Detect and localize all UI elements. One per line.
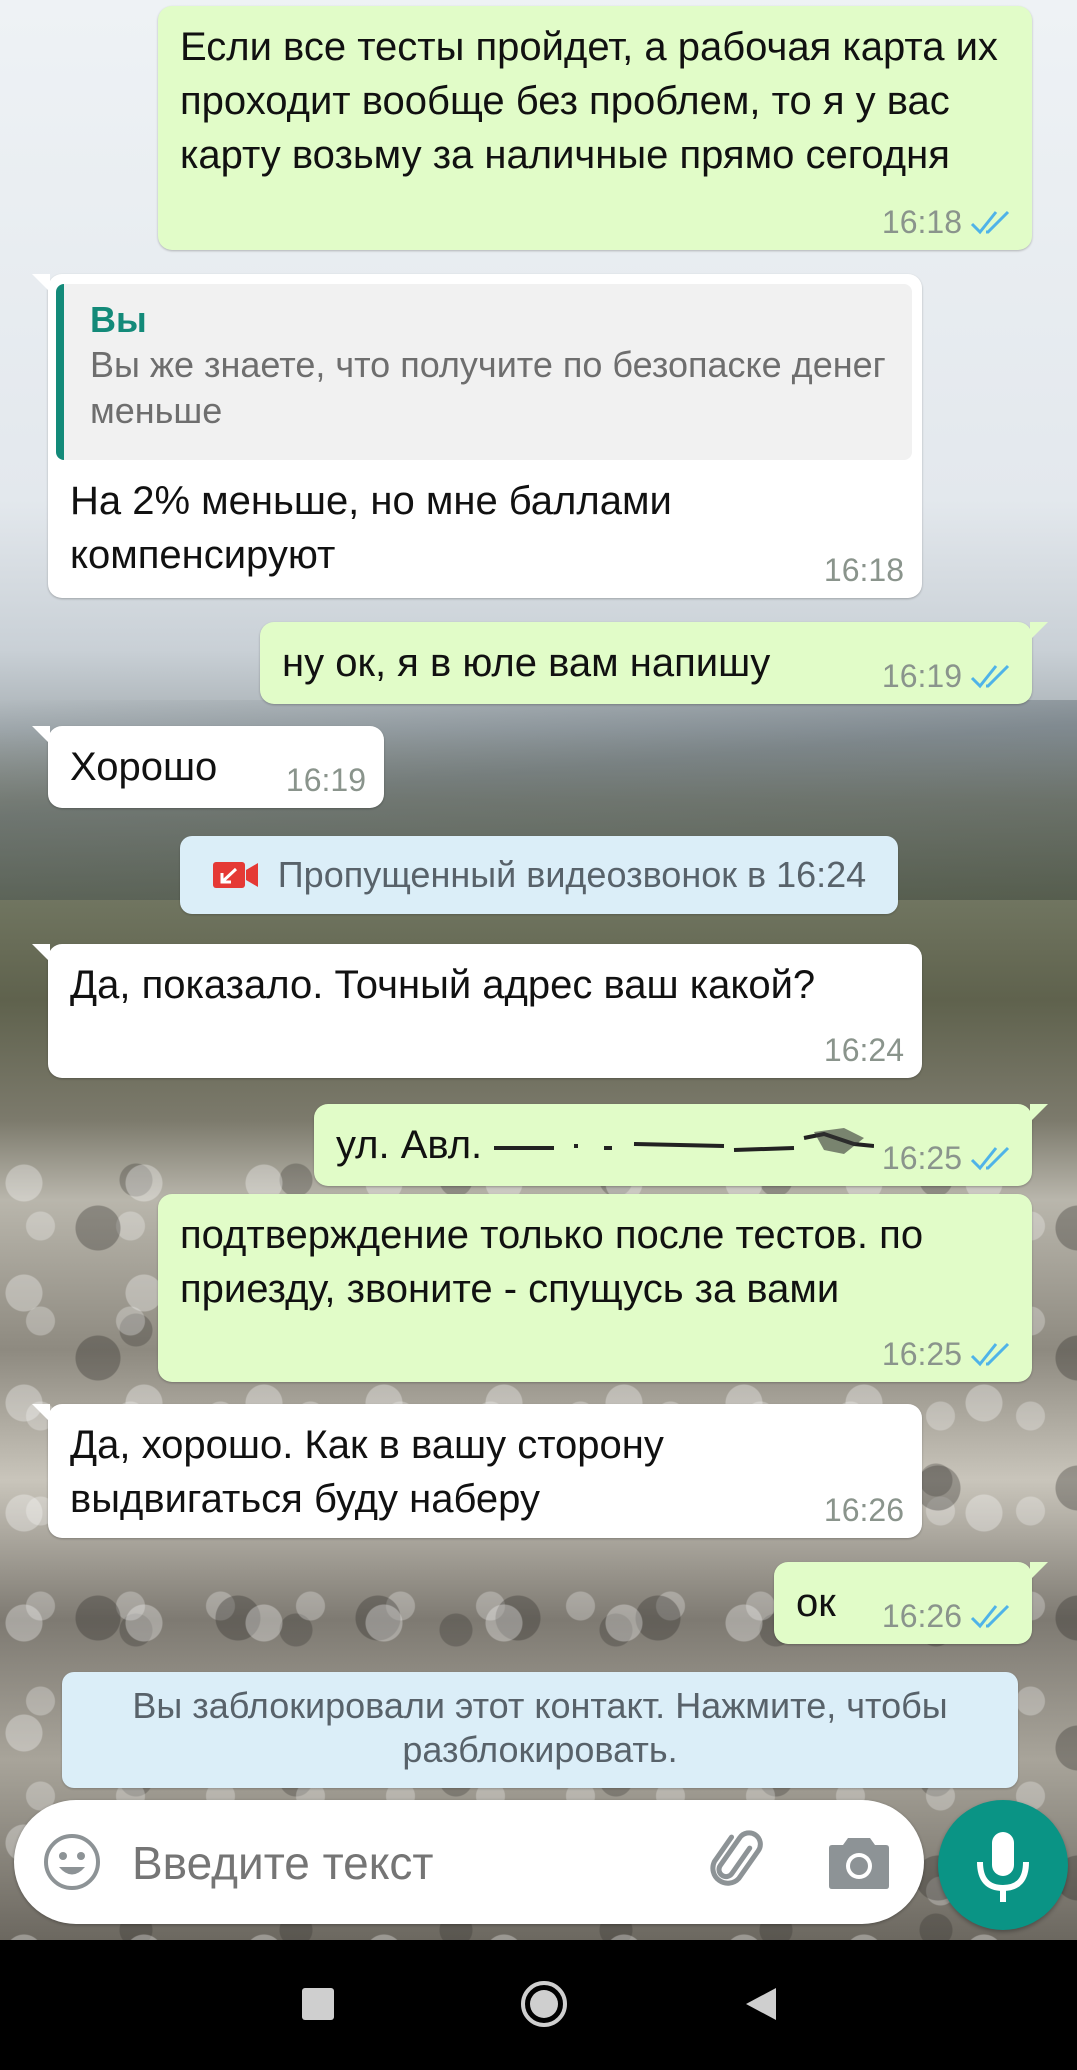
message-incoming[interactable]: Хорошо 16:19 <box>32 726 384 808</box>
redaction-scribble <box>494 1124 875 1164</box>
message-input[interactable] <box>130 1828 694 1898</box>
message-time: 16:26 <box>823 1492 904 1528</box>
message-incoming[interactable]: Да, хорошо. Как в вашу сторону выдвигать… <box>32 1404 922 1538</box>
double-check-icon <box>970 664 1010 689</box>
message-incoming[interactable]: Да, показало. Точный адрес ваш какой? 16… <box>32 944 922 1078</box>
message-time: 16:19 <box>881 658 962 694</box>
message-text: На 2% меньше, но мне баллами компенсирую… <box>70 479 672 577</box>
home-button[interactable] <box>520 1980 568 2028</box>
message-outgoing[interactable]: подтверждение только после тестов. по пр… <box>158 1194 1032 1382</box>
double-check-icon <box>970 1342 1010 1367</box>
message-outgoing[interactable]: ну ок, я в юле вам напишу 16:19 <box>260 622 1048 704</box>
reply-text: Вы же знаете, что получите по безопаске … <box>90 344 886 431</box>
blocked-notice-line1: Вы заблокировали этот контакт. Нажмите, … <box>132 1685 948 1726</box>
camera-icon[interactable] <box>828 1834 890 1890</box>
message-outgoing[interactable]: Если все тесты пройдет, а рабочая карта … <box>158 6 1032 250</box>
message-text: Если все тесты пройдет, а рабочая карта … <box>180 25 998 177</box>
message-text: Да, показало. Точный адрес ваш какой? <box>70 963 816 1007</box>
home-circle-icon <box>521 1981 567 2027</box>
back-triangle-icon <box>746 1988 776 2020</box>
missed-video-call-icon <box>212 862 258 888</box>
message-outgoing[interactable]: ул. Авл. 16:25 <box>314 1104 1048 1186</box>
double-check-icon <box>970 210 1010 235</box>
message-time: 16:18 <box>823 552 904 588</box>
message-composer <box>14 1800 924 1924</box>
recents-button[interactable] <box>302 1988 334 2020</box>
reply-author: Вы <box>90 299 147 340</box>
message-incoming-reply[interactable]: Вы Вы же знаете, что получите по безопас… <box>32 274 922 598</box>
voice-record-button[interactable] <box>938 1800 1068 1930</box>
message-time: 16:25 <box>881 1336 962 1372</box>
back-button[interactable] <box>744 1986 778 2022</box>
chat-screen: Если все тесты пройдет, а рабочая карта … <box>0 0 1077 1940</box>
missed-video-call-notice[interactable]: Пропущенный видеозвонок в 16:24 <box>180 836 898 914</box>
missed-call-text: Пропущенный видеозвонок в 16:24 <box>277 854 867 895</box>
double-check-icon <box>970 1146 1010 1171</box>
blocked-contact-notice[interactable]: Вы заблокировали этот контакт. Нажмите, … <box>62 1672 1018 1788</box>
blocked-notice-line2: разблокировать. <box>402 1729 678 1770</box>
reply-quote[interactable]: Вы Вы же знаете, что получите по безопас… <box>56 284 912 460</box>
double-check-icon <box>970 1604 1010 1629</box>
mic-icon <box>977 1832 1029 1902</box>
message-time: 16:19 <box>285 762 366 798</box>
message-text: подтверждение только после тестов. по пр… <box>180 1213 924 1311</box>
attach-icon[interactable] <box>708 1830 772 1894</box>
system-navigation-bar <box>0 1940 1077 2070</box>
message-time: 16:26 <box>881 1598 962 1634</box>
emoji-icon[interactable] <box>42 1832 102 1892</box>
message-time: 16:18 <box>881 204 962 240</box>
message-text: Да, хорошо. Как в вашу сторону выдвигать… <box>70 1423 664 1521</box>
message-time: 16:24 <box>823 1032 904 1068</box>
message-outgoing[interactable]: ок 16:26 <box>774 1562 1048 1644</box>
message-time: 16:25 <box>881 1140 962 1176</box>
